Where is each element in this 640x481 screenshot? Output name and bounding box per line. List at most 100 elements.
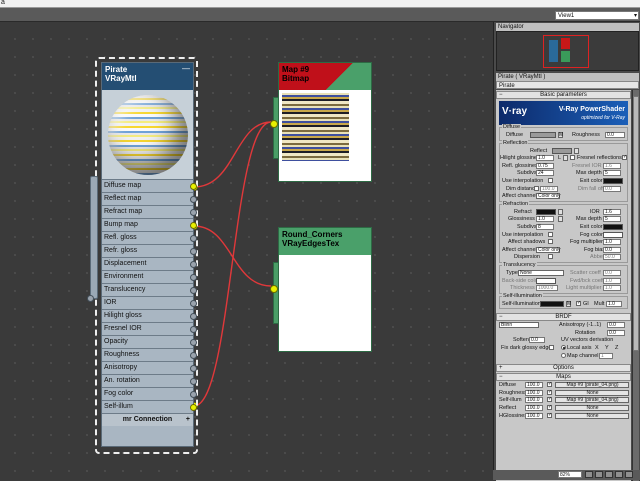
anisotropy-field[interactable]: 0.0 bbox=[607, 322, 625, 329]
zoom-extents-icon[interactable] bbox=[615, 471, 623, 478]
fog-color-swatch[interactable] bbox=[603, 231, 623, 238]
material-slot[interactable]: Fresnel IOR bbox=[102, 323, 197, 336]
material-node-header[interactable]: Pirate VRayMtl — bbox=[102, 63, 193, 90]
dim-distance-checkbox[interactable] bbox=[534, 185, 539, 191]
self-illum-color-swatch[interactable] bbox=[540, 300, 564, 307]
material-slot[interactable]: Displacement bbox=[102, 258, 197, 271]
material-slot[interactable]: Reflect map bbox=[102, 193, 197, 206]
material-slot[interactable]: Self-illum bbox=[102, 401, 197, 414]
map-enable-checkbox[interactable] bbox=[547, 404, 552, 411]
view-selector-dropdown[interactable]: View1 ▾ bbox=[555, 11, 639, 20]
slot-socket[interactable] bbox=[190, 287, 197, 294]
slot-socket[interactable] bbox=[190, 326, 197, 333]
slot-socket[interactable] bbox=[190, 261, 197, 268]
options-rollout[interactable]: + Options bbox=[496, 364, 631, 373]
scrollbar-thumb[interactable] bbox=[633, 96, 639, 351]
fog-bias-field[interactable]: 0.0 bbox=[603, 246, 621, 253]
slot-socket[interactable] bbox=[190, 352, 197, 359]
material-slot[interactable]: Refr. gloss bbox=[102, 245, 197, 258]
zoom-selected-icon[interactable] bbox=[625, 471, 633, 478]
map-slot-button[interactable]: Map #9 (pirate_04.png) bbox=[555, 382, 629, 389]
material-slot[interactable]: Bump map bbox=[102, 219, 197, 232]
refl-gloss-field[interactable]: 0.75 bbox=[536, 162, 554, 169]
basic-parameters-rollout[interactable]: − Basic parameters bbox=[496, 91, 631, 99]
edges-output-socket[interactable] bbox=[270, 285, 278, 293]
map-slot-button[interactable]: None bbox=[555, 412, 629, 419]
slot-socket[interactable] bbox=[190, 235, 197, 242]
refr-use-interp-checkbox[interactable] bbox=[548, 231, 553, 237]
slot-socket[interactable] bbox=[190, 222, 197, 229]
material-slot[interactable]: Roughness bbox=[102, 349, 197, 362]
bitmap-node[interactable]: Map #9 Bitmap bbox=[270, 62, 372, 182]
reflect-color-swatch[interactable] bbox=[552, 147, 572, 154]
map-channel-field[interactable]: 1 bbox=[599, 352, 613, 359]
material-slot[interactable]: Translucency bbox=[102, 284, 197, 297]
slot-socket[interactable] bbox=[190, 391, 197, 398]
bitmap-output-bar[interactable] bbox=[273, 97, 279, 159]
reflect-map-button[interactable] bbox=[574, 147, 579, 154]
material-slot[interactable]: Fog color bbox=[102, 388, 197, 401]
bitmap-output-socket[interactable] bbox=[270, 120, 278, 128]
map-slot-button[interactable]: None bbox=[555, 389, 629, 396]
translucency-type-dropdown[interactable]: None bbox=[518, 269, 564, 276]
menu-glyph[interactable]: ä bbox=[1, 0, 5, 6]
brdf-rollout[interactable]: − BRDF bbox=[496, 313, 631, 322]
map-amount-field[interactable]: 100.0 bbox=[525, 397, 543, 404]
hilight-gloss-field[interactable]: 1.0 bbox=[536, 155, 554, 162]
map-amount-field[interactable]: 100.0 bbox=[525, 405, 543, 412]
map-slot-button[interactable]: Map #9 (pirate_04.png) bbox=[555, 397, 629, 404]
ior-field[interactable]: 1.6 bbox=[603, 208, 621, 215]
slot-socket[interactable] bbox=[190, 313, 197, 320]
edges-output-bar[interactable] bbox=[273, 262, 279, 324]
affect-shadows-checkbox[interactable] bbox=[548, 239, 553, 245]
expand-plus-icon[interactable]: + bbox=[186, 414, 190, 426]
fog-mult-field[interactable]: 1.0 bbox=[603, 239, 621, 246]
refr-gloss-field[interactable]: 1.0 bbox=[536, 216, 554, 223]
pan-icon[interactable] bbox=[585, 471, 593, 478]
material-slot[interactable]: Anisotropy bbox=[102, 362, 197, 375]
rotation-field[interactable]: 0.0 bbox=[607, 329, 625, 336]
refl-use-interp-checkbox[interactable] bbox=[548, 177, 553, 183]
brdf-type-dropdown[interactable]: Blinn bbox=[499, 322, 539, 329]
dispersion-checkbox[interactable] bbox=[548, 254, 553, 260]
material-slot[interactable]: Hilight gloss bbox=[102, 310, 197, 323]
slot-socket[interactable] bbox=[190, 378, 197, 385]
refr-exit-color-swatch[interactable] bbox=[603, 223, 623, 230]
material-slot[interactable]: An. rotation bbox=[102, 375, 197, 388]
map-amount-field[interactable]: 100.0 bbox=[525, 382, 543, 389]
slot-socket[interactable] bbox=[190, 183, 197, 190]
material-slot[interactable]: Refract map bbox=[102, 206, 197, 219]
slot-socket[interactable] bbox=[190, 248, 197, 255]
node-view-canvas[interactable]: Pirate VRayMtl — Diffuse map Reflect map R… bbox=[0, 22, 493, 480]
material-name-field[interactable]: Pirate bbox=[496, 81, 639, 89]
zoom-field[interactable]: 82% bbox=[558, 471, 582, 478]
refr-subdivs-field[interactable]: 8 bbox=[536, 223, 554, 230]
map-enable-checkbox[interactable] bbox=[547, 381, 552, 388]
light-mult-field[interactable]: 1.0 bbox=[603, 285, 621, 292]
bitmap-node-header[interactable]: Map #9 Bitmap bbox=[279, 63, 371, 90]
slot-socket[interactable] bbox=[190, 365, 197, 372]
slot-socket[interactable] bbox=[190, 339, 197, 346]
self-illum-map-button[interactable]: M bbox=[566, 300, 571, 307]
slot-socket[interactable] bbox=[190, 209, 197, 216]
refr-max-depth-field[interactable]: 5 bbox=[603, 216, 621, 223]
maps-rollout[interactable]: − Maps bbox=[496, 373, 631, 382]
fresnel-l-checkbox[interactable] bbox=[622, 154, 627, 161]
slot-socket[interactable] bbox=[190, 196, 197, 203]
material-node-pirate[interactable]: Pirate VRayMtl — Diffuse map Reflect map R… bbox=[101, 62, 197, 447]
mr-connection-rollout[interactable]: mr Connection + bbox=[102, 414, 193, 426]
map-enable-checkbox[interactable] bbox=[547, 389, 552, 395]
param-scrollbar[interactable] bbox=[632, 90, 639, 481]
diffuse-map-button[interactable]: M bbox=[558, 132, 563, 138]
edges-tex-node[interactable]: Round_Corners VRayEdgesTex bbox=[270, 227, 372, 352]
zoom-icon[interactable] bbox=[595, 471, 603, 478]
dim-distance-field[interactable]: 100.0 bbox=[540, 185, 558, 192]
fresnel-ior-field[interactable]: 1.6 bbox=[603, 162, 621, 169]
material-output-bar[interactable] bbox=[87, 176, 98, 302]
self-illum-mult-field[interactable]: 1.0 bbox=[606, 300, 622, 307]
material-slot[interactable]: Opacity bbox=[102, 336, 197, 349]
scatter-coeff-field[interactable]: 0.0 bbox=[603, 269, 621, 276]
back-side-color-swatch[interactable] bbox=[536, 277, 556, 284]
self-illum-gi-checkbox[interactable] bbox=[576, 300, 581, 306]
map-amount-field[interactable]: 100.0 bbox=[525, 412, 543, 419]
